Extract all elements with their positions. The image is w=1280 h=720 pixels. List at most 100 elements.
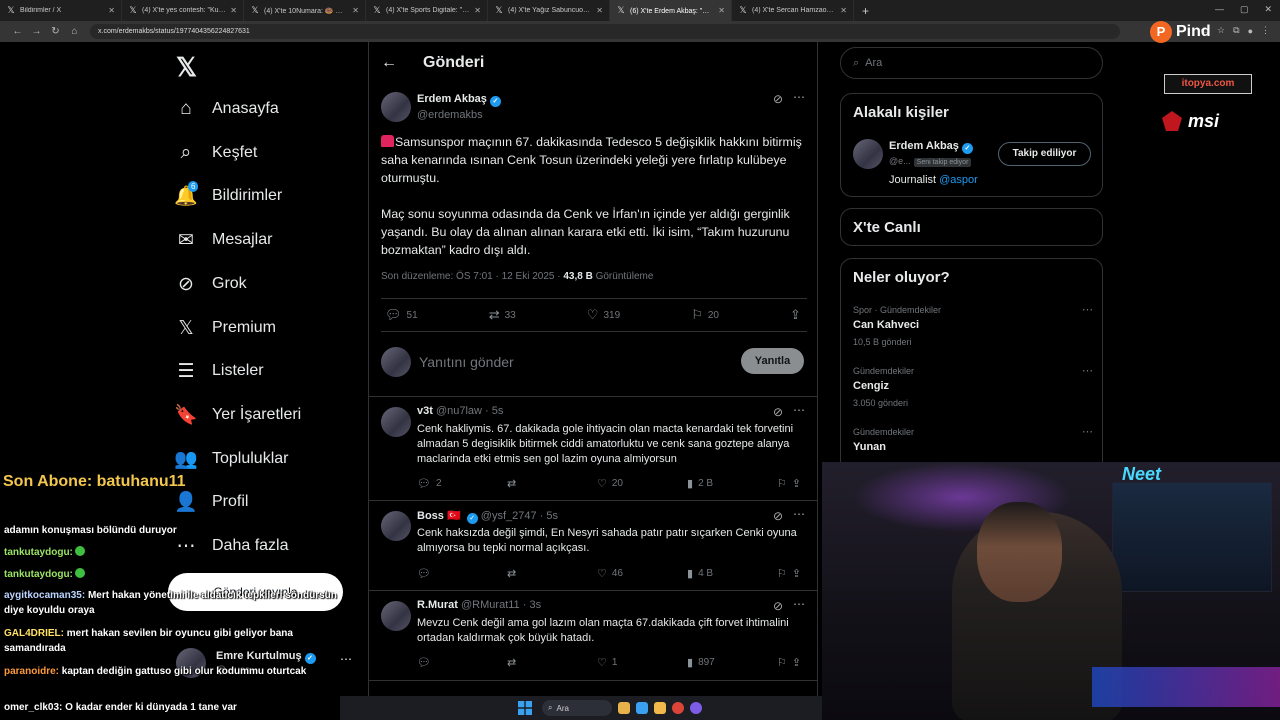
card-title: Alakalı kişiler: [853, 104, 949, 121]
browser-tab-active[interactable]: 𝕏(6) X'te Erdem Akbaş: "🚨Samsu✕: [610, 0, 732, 21]
maximize-icon[interactable]: ▢: [1240, 4, 1249, 15]
close-window-icon[interactable]: ✕: [1264, 4, 1272, 15]
grok-icon[interactable]: ⊘: [773, 599, 783, 613]
bookmark-icon: 🔖: [174, 405, 198, 426]
more-options-icon[interactable]: ⋯: [793, 507, 805, 521]
more-options-icon[interactable]: ⋯: [1082, 303, 1093, 316]
close-tab-icon[interactable]: ✕: [718, 6, 725, 15]
browser-tab[interactable]: 𝕏(4) X'te Sports Digitale: "Fenerb✕: [366, 0, 488, 21]
back-nav-icon[interactable]: ←: [8, 26, 27, 37]
more-options-icon[interactable]: ⋯: [1082, 425, 1093, 438]
url-field[interactable]: x.com/erdemakbs/status/19774043562248276…: [90, 24, 1120, 39]
reply-button[interactable]: 💬︎: [417, 567, 447, 580]
reply-input[interactable]: Yanıtını gönder: [419, 354, 514, 370]
avatar[interactable]: [381, 92, 411, 122]
bookmark-button[interactable]: ⚐ ⇪: [777, 656, 807, 669]
bookmark-button[interactable]: ⚐ 20: [691, 307, 719, 323]
nav-item-messages[interactable]: ✉ Mesajlar: [168, 220, 272, 260]
close-tab-icon[interactable]: ✕: [596, 6, 603, 15]
minimize-icon[interactable]: —: [1215, 4, 1224, 15]
browser-tab[interactable]: 𝕏(4) X'te 10Numara: 🍩 @fikret✕: [244, 0, 366, 21]
extension-icon[interactable]: ⧉: [1233, 25, 1239, 36]
repost-button[interactable]: ⇄ 33: [489, 307, 516, 323]
nav-item-explore[interactable]: ⌕ Keşfet: [168, 133, 258, 173]
back-arrow-icon[interactable]: ←: [381, 54, 411, 72]
nav-item-bookmarks[interactable]: 🔖 Yer İşaretleri: [168, 395, 301, 435]
x-favicon-icon: 𝕏: [617, 5, 625, 15]
reply-post[interactable]: v3t @nu7law · 5s ⊘ ⋯ Cenk hakliymis. 67.…: [369, 397, 817, 501]
like-button[interactable]: ♡ 1: [597, 656, 627, 669]
file-explorer-icon[interactable]: [618, 702, 630, 714]
more-options-icon[interactable]: ⋯: [340, 652, 352, 666]
reply-submit-button[interactable]: Yanıtla: [741, 348, 804, 374]
author-name[interactable]: Erdem Akbaş ✓: [417, 93, 501, 107]
discord-icon[interactable]: [690, 702, 702, 714]
more-options-icon[interactable]: ⋯: [793, 90, 805, 104]
following-button[interactable]: Takip ediliyor: [998, 142, 1091, 166]
forward-nav-icon[interactable]: →: [27, 26, 46, 37]
views-button[interactable]: ▮ 897: [687, 656, 717, 669]
avatar[interactable]: [381, 407, 411, 437]
views-button[interactable]: ▮ 2 B: [687, 477, 717, 490]
more-options-icon[interactable]: ⋯: [793, 597, 805, 611]
grok-icon[interactable]: ⊘: [773, 92, 783, 106]
repost-button[interactable]: ⇄: [507, 656, 537, 669]
like-button[interactable]: ♡ 20: [597, 477, 627, 490]
avatar[interactable]: [381, 601, 411, 631]
avatar[interactable]: [853, 139, 883, 169]
live-card[interactable]: X'te Canlı: [840, 208, 1103, 246]
trend-item[interactable]: Gündemdekiler Yunan ⋯: [853, 425, 1093, 459]
search-input[interactable]: ⌕ Ara: [840, 47, 1103, 79]
author-handle[interactable]: @erdemakbs: [417, 109, 483, 121]
close-tab-icon[interactable]: ✕: [352, 6, 359, 15]
avatar[interactable]: [381, 511, 411, 541]
trend-item[interactable]: Spor · Gündemdekiler Can Kahveci 10,5 B …: [853, 303, 1093, 347]
nav-item-premium[interactable]: 𝕏 Premium: [168, 308, 276, 348]
taskbar-app-icon[interactable]: [636, 702, 648, 714]
windows-start-icon[interactable]: [518, 701, 532, 715]
chrome-icon[interactable]: [672, 702, 684, 714]
taskbar-search[interactable]: ⌕ Ara: [542, 700, 612, 716]
bio-link[interactable]: @aspor: [939, 174, 978, 186]
close-tab-icon[interactable]: ✕: [230, 6, 237, 15]
more-options-icon[interactable]: ⋯: [793, 403, 805, 417]
repost-button[interactable]: ⇄: [507, 567, 537, 580]
like-button[interactable]: ♡ 319: [587, 307, 620, 323]
related-name[interactable]: Erdem Akbaş ✓: [889, 140, 973, 154]
like-button[interactable]: ♡ 46: [597, 567, 627, 580]
views-button[interactable]: ▮ 4 B: [687, 567, 717, 580]
bookmark-button[interactable]: ⚐ ⇪: [777, 477, 807, 490]
post-meta: Son düzenleme: ÖS 7:01 · 12 Eki 2025 · 4…: [381, 271, 654, 282]
reply-post[interactable]: R.Murat @RMurat11 · 3s ⊘ ⋯ Mevzu Cenk de…: [369, 591, 817, 681]
browser-tab[interactable]: 𝕏 Bildirimler / X ✕: [0, 0, 122, 21]
reply-post[interactable]: Boss 🇹🇷 ✓ @ysf_2747 · 5s ⊘ ⋯ Cenk haksız…: [369, 501, 817, 591]
grok-icon[interactable]: ⊘: [773, 509, 783, 523]
reload-icon[interactable]: ↻: [46, 26, 65, 37]
share-button[interactable]: ⇪: [790, 307, 801, 323]
profile-icon[interactable]: ●: [1248, 26, 1253, 36]
taskbar-app-icon[interactable]: [654, 702, 666, 714]
home-icon[interactable]: ⌂: [65, 26, 84, 37]
nav-item-communities[interactable]: 👥 Topluluklar: [168, 439, 288, 479]
close-tab-icon[interactable]: ✕: [474, 6, 481, 15]
grok-icon[interactable]: ⊘: [773, 405, 783, 419]
bookmark-button[interactable]: ⚐ ⇪: [777, 567, 807, 580]
nav-item-grok[interactable]: ⊘ Grok: [168, 264, 247, 304]
trend-item[interactable]: Gündemdekiler Cengiz 3.050 gönderi ⋯: [853, 364, 1093, 408]
nav-item-home[interactable]: ⌂ Anasayfa: [168, 89, 278, 129]
menu-icon[interactable]: ⋮: [1261, 25, 1270, 36]
nav-item-lists[interactable]: ☰ Listeler: [168, 351, 263, 391]
close-tab-icon[interactable]: ✕: [840, 6, 847, 15]
browser-tab[interactable]: 𝕏(4) X'te yes contesh: "Kulübün en✕: [122, 0, 244, 21]
close-tab-icon[interactable]: ✕: [108, 6, 115, 15]
reply-button[interactable]: 💬︎ 51: [385, 307, 418, 323]
repost-button[interactable]: ⇄: [507, 477, 537, 490]
new-tab-button[interactable]: +: [862, 4, 869, 18]
nav-item-notifications[interactable]: 🔔 6 Bildirimler: [168, 176, 282, 216]
x-logo-icon[interactable]: 𝕏: [176, 52, 197, 83]
browser-tab[interactable]: 𝕏(4) X'te Yağız Sabuncuoğlu: "Cen✕: [488, 0, 610, 21]
reply-button[interactable]: 💬︎ 2: [417, 477, 447, 490]
reply-button[interactable]: 💬︎: [417, 656, 447, 669]
browser-tab[interactable]: 𝕏(4) X'te Sercan Hamzaoğlu: "Cen✕: [732, 0, 854, 21]
more-options-icon[interactable]: ⋯: [1082, 364, 1093, 377]
